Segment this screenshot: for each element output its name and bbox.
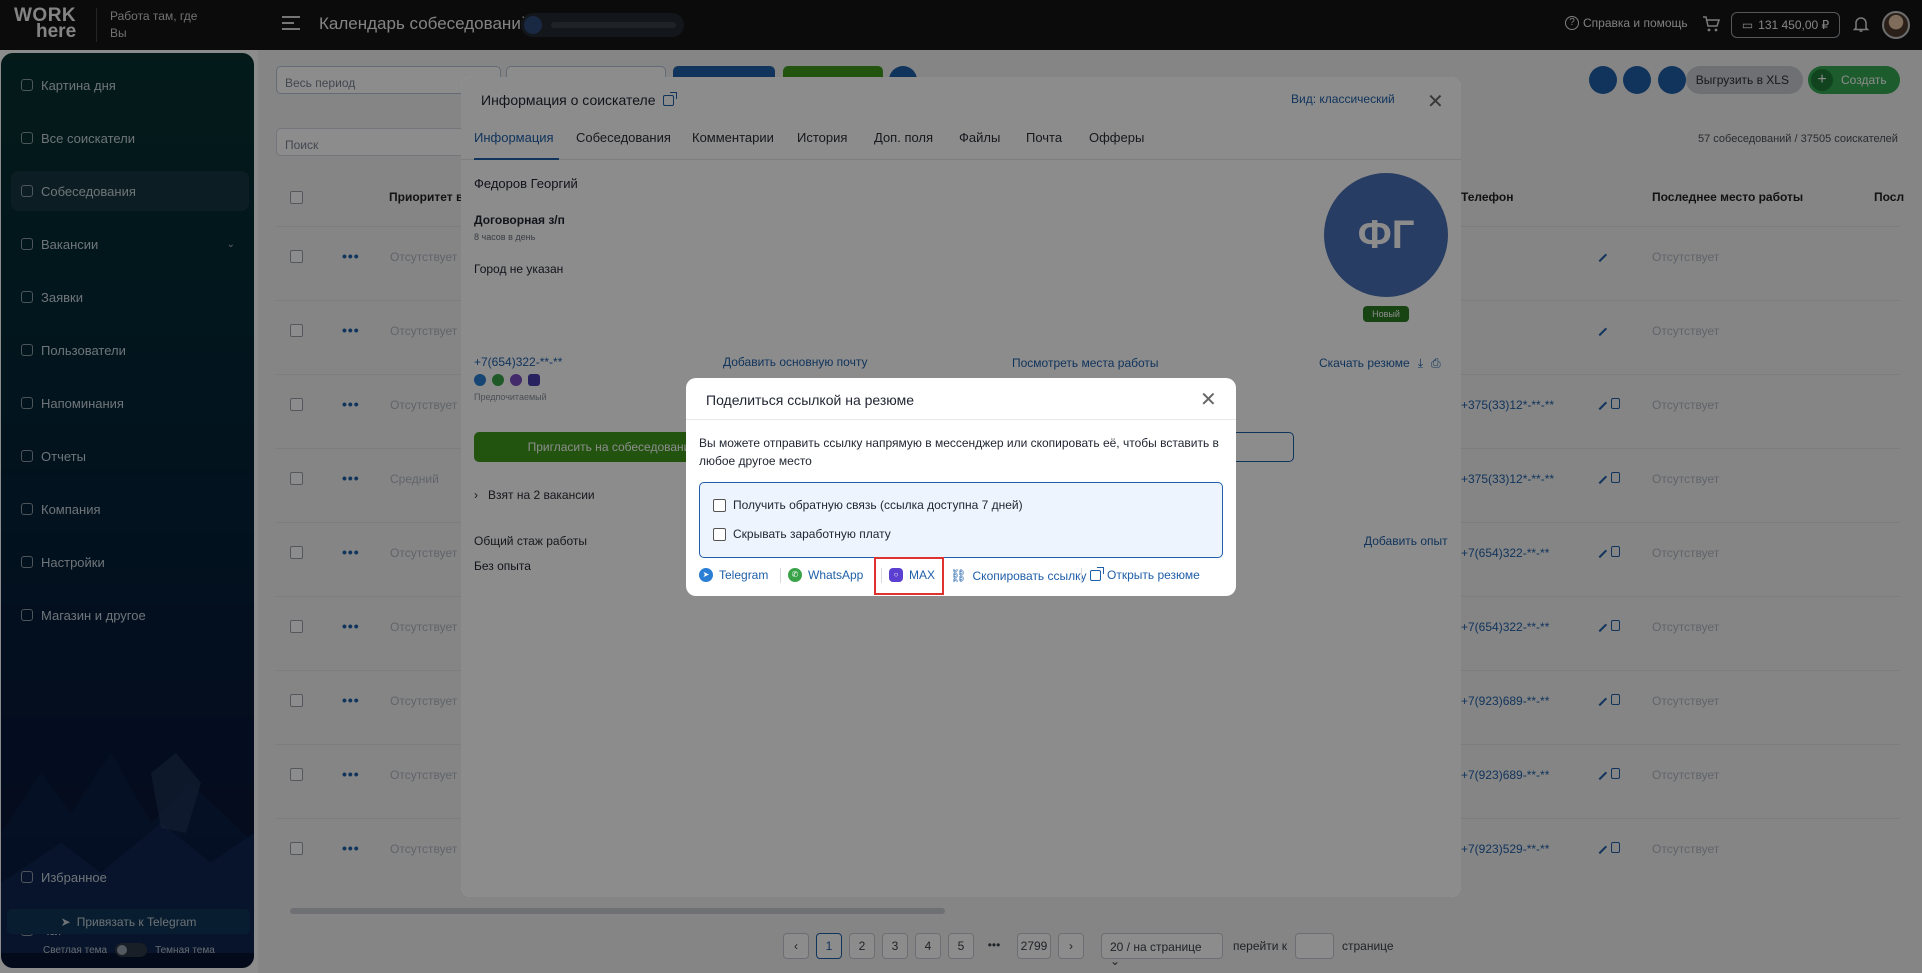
close-icon[interactable]: ✕: [1200, 387, 1217, 412]
telegram-icon: ➤: [699, 568, 713, 582]
max-link-highlight: [874, 557, 944, 595]
link-icon: ⛓: [950, 568, 967, 583]
divider: [780, 568, 781, 583]
copy-link-label: Скопировать ссылку: [972, 569, 1087, 583]
share-telegram-label: Telegram: [719, 568, 769, 582]
share-options: Получить обратную связь (ссылка доступна…: [699, 482, 1223, 558]
share-resume-dialog: Поделиться ссылкой на резюме ✕ Вы можете…: [686, 378, 1236, 596]
copy-link-button[interactable]: ⛓ Скопировать ссылку: [950, 568, 1087, 584]
share-telegram-link[interactable]: ➤ Telegram: [699, 568, 768, 582]
external-link-icon: [1090, 566, 1104, 581]
share-dialog-title: Поделиться ссылкой на резюме: [706, 392, 915, 408]
hide-salary-checkbox[interactable]: [713, 527, 726, 541]
divider: [1081, 568, 1082, 583]
hide-salary-label: Скрывать заработную плату: [733, 527, 891, 541]
hide-salary-option[interactable]: Скрывать заработную плату: [713, 527, 891, 541]
share-dialog-description: Вы можете отправить ссылку напрямую в ме…: [699, 436, 1219, 468]
share-whatsapp-label: WhatsApp: [808, 568, 864, 582]
share-links: ➤ Telegram ✆ WhatsApp ○ MAX ⛓ Скопироват…: [699, 564, 1229, 586]
share-whatsapp-link[interactable]: ✆ WhatsApp: [788, 568, 863, 582]
divider: [686, 419, 1236, 420]
whatsapp-icon: ✆: [788, 568, 802, 582]
open-resume-label: Открыть резюме: [1107, 568, 1200, 582]
feedback-option-label: Получить обратную связь (ссылка доступна…: [733, 498, 1023, 512]
feedback-option[interactable]: Получить обратную связь (ссылка доступна…: [713, 498, 1023, 512]
feedback-checkbox[interactable]: [713, 498, 726, 512]
open-resume-link[interactable]: Открыть резюме: [1090, 566, 1200, 582]
